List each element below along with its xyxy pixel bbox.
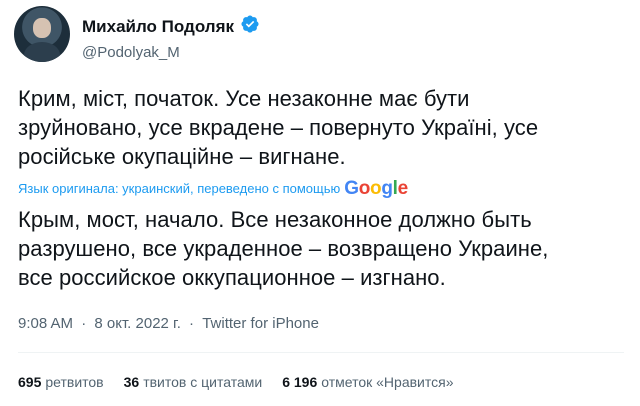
meta-separator: · <box>189 315 195 332</box>
author-names: Михайло Подоляк @Podolyak_M <box>82 14 260 64</box>
google-logo: Google <box>344 178 409 199</box>
tweet-header: Михайло Подоляк @Podolyak_M <box>14 6 626 66</box>
retweets-count: 695 <box>18 374 42 390</box>
verified-badge-svg <box>241 15 259 33</box>
verified-badge-icon <box>240 14 260 39</box>
display-name-row: Михайло Подоляк <box>82 14 260 39</box>
google-letter: o <box>358 178 371 199</box>
translated-line: Крым, мост, начало. Все незаконное должн… <box>18 207 532 232</box>
translated-line: все российское оккупационное – изгнано. <box>18 265 446 290</box>
avatar-shirt <box>24 42 60 62</box>
meta-separator: · <box>81 315 87 332</box>
translation-note-text: Язык оригинала: украинский, переведено с… <box>18 181 341 196</box>
translated-line: разрушено, все украденное – возвращено У… <box>18 236 549 261</box>
tweet-source[interactable]: Twitter for iPhone <box>202 315 319 332</box>
google-letter: G <box>344 178 359 199</box>
original-line: російське окупаційне – вигнане. <box>18 144 346 169</box>
google-letter: o <box>370 178 382 199</box>
avatar[interactable] <box>14 6 70 62</box>
tweet-meta: 9:08 AM · 8 окт. 2022 г. · Twitter for i… <box>18 315 323 332</box>
tweet-stats: 695 ретвитов 36 твитов с цитатами 6 196 отм… <box>18 374 454 390</box>
retweets-label: ретвитов <box>45 374 104 390</box>
original-line: зруйновано, усе вкрадене – повернуто Укр… <box>18 115 539 140</box>
tweet-time[interactable]: 9:08 AM <box>18 315 73 332</box>
quotes-label: твитов с цитатами <box>143 374 263 390</box>
avatar-face <box>33 18 51 38</box>
likes-stat[interactable]: 6 196 отметок «Нравится» <box>282 374 453 390</box>
divider <box>18 352 624 353</box>
google-letter: e <box>397 178 409 199</box>
retweets-stat[interactable]: 695 ретвитов <box>18 374 104 390</box>
tweet-original-text: Крим, міст, початок. Усе незаконне має б… <box>18 84 628 171</box>
tweet-translated-text: Крым, мост, начало. Все незаконное должн… <box>18 205 628 292</box>
author-display-name[interactable]: Михайло Подоляк <box>82 16 234 38</box>
likes-label: отметок «Нравится» <box>321 374 454 390</box>
translation-note[interactable]: Язык оригинала: украинский, переведено с… <box>18 178 409 199</box>
tweet-date[interactable]: 8 окт. 2022 г. <box>94 315 180 332</box>
quotes-stat[interactable]: 36 твитов с цитатами <box>124 374 263 390</box>
author-handle[interactable]: @Podolyak_M <box>82 42 260 64</box>
quotes-count: 36 <box>123 374 140 390</box>
original-line: Крим, міст, початок. Усе незаконне має б… <box>18 86 470 111</box>
google-letter: g <box>381 178 393 199</box>
likes-count: 6 196 <box>282 374 318 390</box>
